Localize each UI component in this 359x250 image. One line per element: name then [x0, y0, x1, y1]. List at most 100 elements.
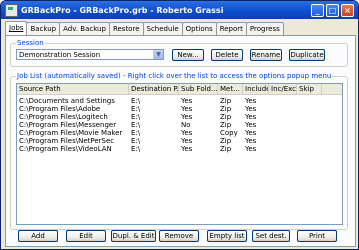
column-header-inc-exc[interactable]: Inc/Exc: [269, 84, 297, 94]
cell-inc-exc: [269, 105, 297, 113]
cell-method: Zip: [220, 137, 232, 145]
cell-subfolders: Yes: [181, 97, 193, 105]
new-session-button[interactable]: New...: [172, 49, 204, 61]
tab-label: Report: [219, 25, 243, 33]
tab-label: Schedule: [146, 25, 179, 33]
job-list-group-label: Job List (automatically saved) - Right c…: [16, 72, 333, 80]
set-destination-button[interactable]: Set dest.: [252, 230, 290, 242]
remove-button[interactable]: Remove: [159, 230, 199, 242]
cell-include: Yes: [245, 105, 257, 113]
cell-source-path: C:\Program Files\VideoLAN: [19, 145, 112, 153]
tab-strip: Jobs Backup Adv. Backup Restore Schedule…: [5, 21, 284, 35]
tab-schedule[interactable]: Schedule: [142, 22, 183, 35]
table-row[interactable]: C:\Program Files\Adobe E:\ Yes Zip Yes: [17, 105, 342, 113]
tab-label: Progress: [249, 25, 280, 33]
cell-subfolders: No: [181, 121, 191, 129]
cell-include: Yes: [245, 145, 257, 153]
title-bar[interactable]: GRBackPro - GRBackPro.grb - Roberto Gras…: [1, 1, 358, 19]
tab-report[interactable]: Report: [215, 22, 247, 35]
job-list-header: Source Path Destination P... Sub Fold...…: [17, 84, 342, 95]
app-icon: [5, 3, 18, 17]
table-row[interactable]: C:\Program Files\VideoLAN E:\ Yes Zip Ye…: [17, 145, 342, 153]
column-header-subfolders[interactable]: Sub Fold...: [179, 84, 218, 94]
column-header-destination[interactable]: Destination P...: [129, 84, 179, 94]
cell-subfolders: Yes: [181, 129, 193, 137]
tab-jobs[interactable]: Jobs: [5, 21, 28, 35]
cell-skip: [297, 121, 322, 129]
tab-adv-backup[interactable]: Adv. Backup: [59, 22, 110, 35]
cell-include: Yes: [245, 121, 257, 129]
cell-method: Copy: [220, 129, 238, 137]
column-header-method[interactable]: Met...: [218, 84, 243, 94]
tab-label: Adv. Backup: [63, 25, 106, 33]
tab-label: Jobs: [9, 24, 24, 32]
cell-subfolders: Yes: [181, 145, 193, 153]
cell-method: Zip: [220, 105, 232, 113]
cell-method: Zip: [220, 97, 232, 105]
column-header-skip[interactable]: Skip: [297, 84, 322, 94]
cell-skip: [297, 105, 322, 113]
duplicate-session-button[interactable]: Duplicate: [289, 49, 325, 61]
cell-inc-exc: [269, 137, 297, 145]
delete-session-button[interactable]: Delete: [211, 49, 243, 61]
print-button[interactable]: Print: [297, 230, 337, 242]
window-title: GRBackPro - GRBackPro.grb - Roberto Gras…: [21, 5, 224, 15]
cell-subfolders: Yes: [181, 137, 193, 145]
cell-destination: E:\: [131, 129, 141, 137]
cell-skip: [297, 137, 322, 145]
session-selected-value: Demonstration Session: [19, 51, 101, 59]
chevron-down-icon[interactable]: ▼: [153, 50, 163, 59]
cell-subfolders: Yes: [181, 105, 193, 113]
tab-options[interactable]: Options: [181, 22, 217, 35]
cell-inc-exc: [269, 129, 297, 137]
cell-destination: E:\: [131, 105, 141, 113]
session-select[interactable]: Demonstration Session ▼: [16, 49, 164, 60]
table-row[interactable]: C:\Program Files\Messenger E:\ No Zip Ye…: [17, 121, 342, 129]
cell-inc-exc: [269, 113, 297, 121]
cell-source-path: C:\Program Files\Movie Maker: [19, 129, 123, 137]
cell-include: Yes: [245, 113, 257, 121]
close-button[interactable]: ×: [341, 3, 354, 17]
cell-source-path: C:\Program Files\Logitech: [19, 113, 108, 121]
edit-button[interactable]: Edit: [66, 230, 106, 242]
cell-skip: [297, 129, 322, 137]
table-row[interactable]: C:\Program Files\Movie Maker E:\ Yes Cop…: [17, 129, 342, 137]
cell-inc-exc: [269, 121, 297, 129]
table-row[interactable]: C:\Program Files\NetPerSec E:\ Yes Zip Y…: [17, 137, 342, 145]
maximize-button[interactable]: □: [326, 3, 339, 17]
cell-subfolders: Yes: [181, 113, 193, 121]
table-row[interactable]: C:\Documents and Settings E:\ Yes Zip Ye…: [17, 97, 342, 105]
minimize-button[interactable]: _: [311, 3, 324, 17]
cell-source-path: C:\Program Files\Adobe: [19, 105, 101, 113]
session-group-label: Session: [16, 39, 45, 47]
cell-skip: [297, 145, 322, 153]
cell-method: Zip: [220, 121, 232, 129]
tab-restore[interactable]: Restore: [108, 22, 144, 35]
tab-label: Backup: [30, 25, 57, 33]
cell-include: Yes: [245, 137, 257, 145]
cell-include: Yes: [245, 129, 257, 137]
tab-label: Restore: [112, 25, 140, 33]
column-header-include[interactable]: Include: [243, 84, 269, 94]
cell-method: Zip: [220, 145, 232, 153]
tab-progress[interactable]: Progress: [245, 22, 284, 35]
cell-destination: E:\: [131, 145, 141, 153]
cell-source-path: C:\Program Files\Messenger: [19, 121, 117, 129]
cell-destination: E:\: [131, 121, 141, 129]
table-row[interactable]: C:\Program Files\Logitech E:\ Yes Zip Ye…: [17, 113, 342, 121]
cell-inc-exc: [269, 97, 297, 105]
tab-backup[interactable]: Backup: [26, 22, 61, 35]
cell-method: Zip: [220, 113, 232, 121]
cell-destination: E:\: [131, 113, 141, 121]
duplicate-edit-button[interactable]: Dupl. & Edit: [111, 230, 156, 242]
cell-include: Yes: [245, 97, 257, 105]
rename-session-button[interactable]: Rename: [250, 49, 282, 61]
job-list[interactable]: Source Path Destination P... Sub Fold...…: [16, 83, 343, 225]
empty-list-button[interactable]: Empty list: [207, 230, 247, 242]
cell-destination: E:\: [131, 137, 141, 145]
column-header-source-path[interactable]: Source Path: [17, 84, 129, 94]
add-button[interactable]: Add: [18, 230, 58, 242]
cell-skip: [297, 113, 322, 121]
cell-skip: [297, 97, 322, 105]
tab-label: Options: [185, 25, 213, 33]
